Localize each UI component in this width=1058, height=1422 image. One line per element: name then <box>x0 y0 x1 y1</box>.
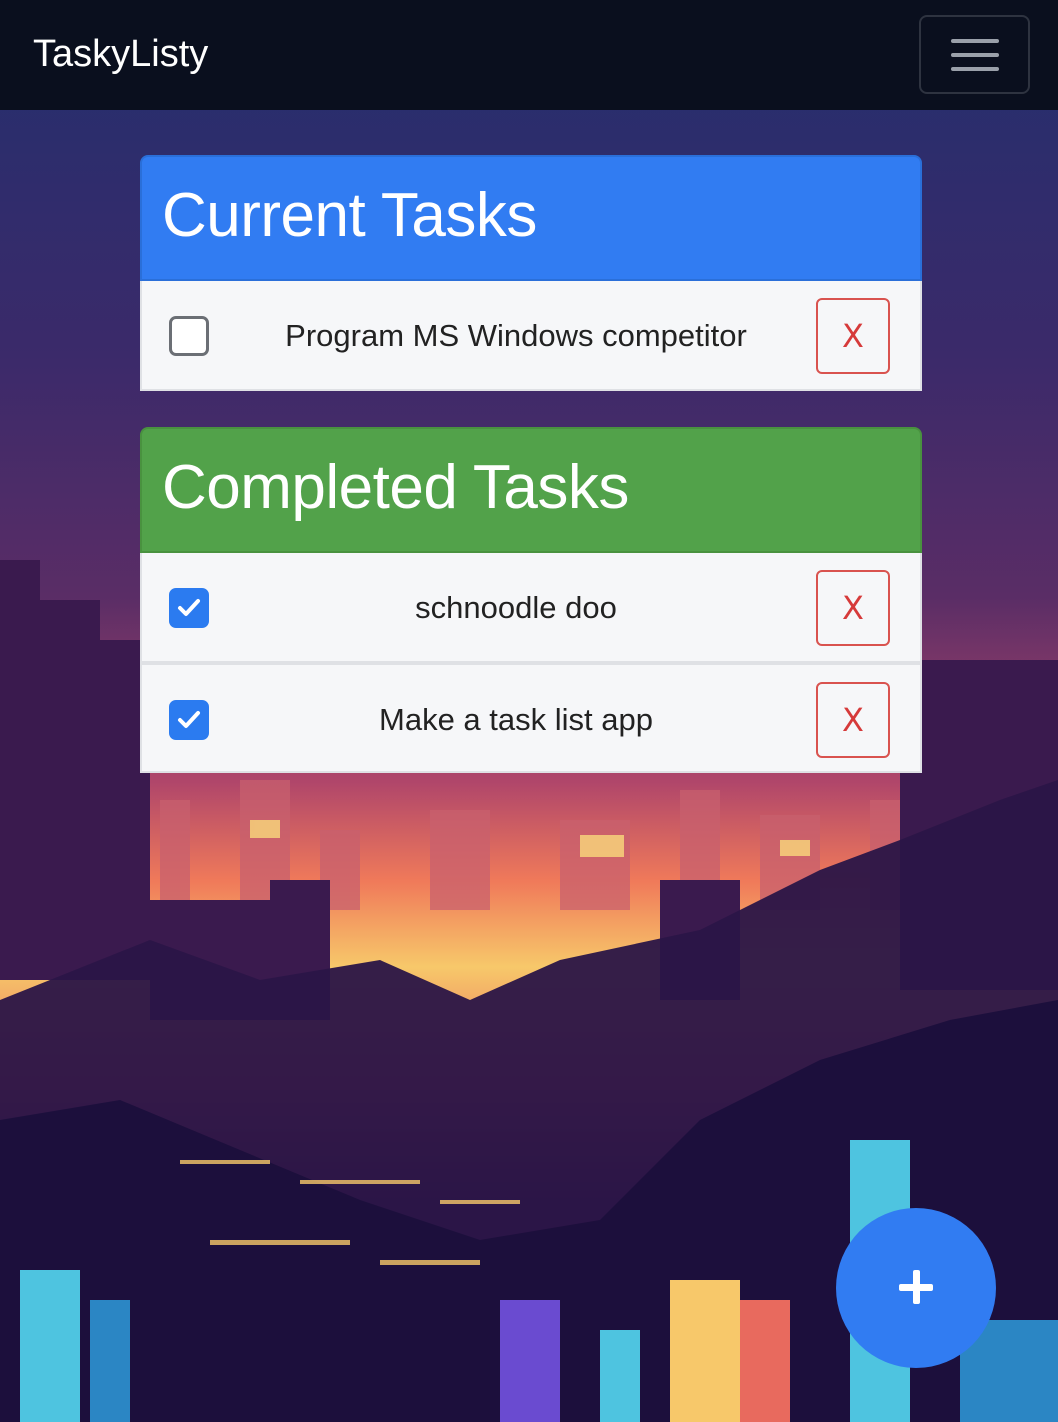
task-text: Program MS Windows competitor <box>285 318 747 353</box>
task-text: Make a task list app <box>379 702 653 737</box>
completed-tasks-panel: Completed Tasks schnoodle doo X Make a t… <box>140 427 922 773</box>
task-checkbox-checked[interactable] <box>169 700 209 740</box>
task-checkbox-checked[interactable] <box>169 588 209 628</box>
delete-task-button[interactable]: X <box>816 570 890 646</box>
top-navbar: TaskyListy <box>0 0 1058 110</box>
task-checkbox[interactable] <box>169 316 209 356</box>
checkmark-icon <box>178 599 200 616</box>
add-task-button[interactable] <box>836 1208 996 1368</box>
task-row: Make a task list app X <box>140 663 922 773</box>
checkmark-icon <box>178 711 200 728</box>
delete-task-button[interactable]: X <box>816 298 890 374</box>
task-row: schnoodle doo X <box>140 553 922 663</box>
delete-task-button[interactable]: X <box>816 682 890 758</box>
task-text: schnoodle doo <box>415 590 617 625</box>
current-tasks-header: Current Tasks <box>140 155 922 281</box>
current-tasks-panel: Current Tasks Program MS Windows competi… <box>140 155 922 391</box>
task-row: Program MS Windows competitor X <box>140 281 922 391</box>
app-brand[interactable]: TaskyListy <box>33 30 208 78</box>
menu-toggle-button[interactable] <box>919 15 1030 94</box>
completed-tasks-header: Completed Tasks <box>140 427 922 553</box>
